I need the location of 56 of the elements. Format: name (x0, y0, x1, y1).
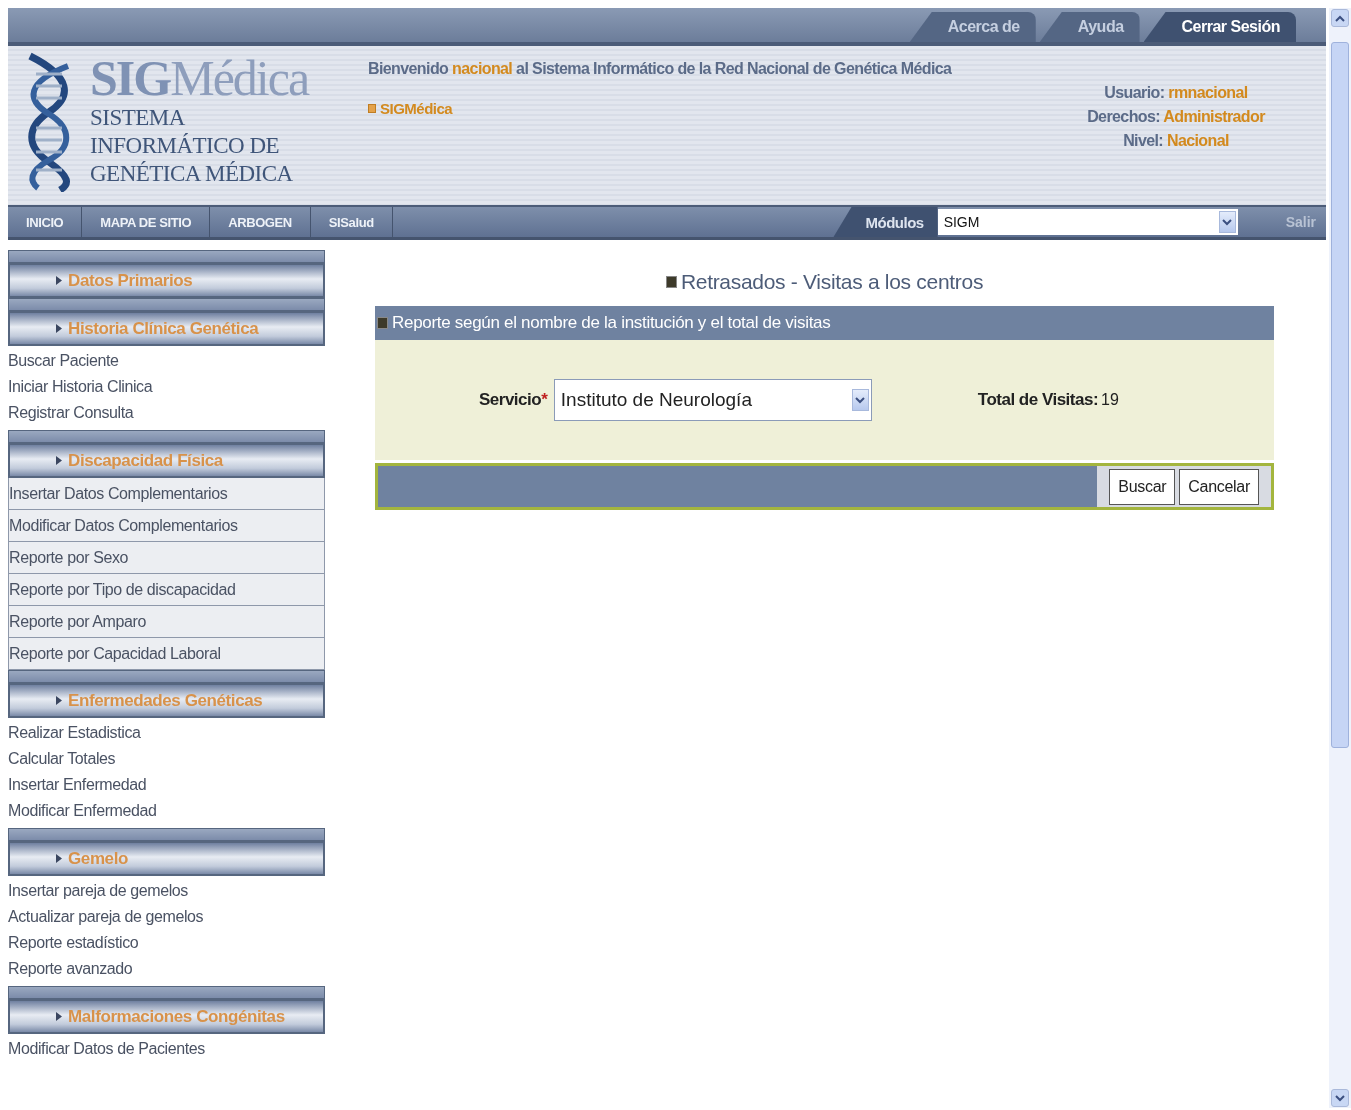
form-button[interactable]: Buscar (1109, 468, 1176, 505)
total-value: 19 (1101, 391, 1119, 409)
user-info-line: Derechos: Administrador (1087, 108, 1265, 126)
logo-subtitle: INFORMÁTICO DE (90, 132, 281, 160)
sidebar-link[interactable]: Insertar Enfermedad (8, 772, 325, 798)
sidebar-link[interactable]: Buscar Paciente (8, 348, 325, 374)
chevron-up-icon (1335, 14, 1345, 22)
user-info-line: Usuario: rmnacional (1104, 84, 1248, 102)
sidebar-link[interactable]: Iniciar Historia Clinica (8, 374, 325, 400)
nav-link[interactable]: MAPA DE SITIO (82, 207, 211, 237)
top-tab[interactable]: Cerrar Sesión (1143, 12, 1296, 42)
sidebar-link[interactable]: Realizar Estadistica (8, 720, 325, 746)
sidebar-item[interactable]: Reporte por Amparo (8, 606, 325, 638)
sidebar-link[interactable]: Registrar Consulta (8, 400, 325, 426)
sidebar-link[interactable]: Reporte avanzado (8, 956, 325, 982)
required-mark: * (541, 390, 548, 410)
total-label: Total de Visitas: (977, 390, 1099, 410)
form-button[interactable]: Cancelar (1179, 468, 1259, 505)
triangle-right-icon (56, 1012, 62, 1021)
chevron-down-icon (1222, 218, 1233, 226)
modules-label: Módulos (833, 207, 938, 237)
page-title: Retrasados - Visitas a los centros (665, 270, 984, 294)
nav-link[interactable]: INICIO (8, 207, 83, 237)
sidebar-link[interactable]: Calcular Totales (8, 746, 325, 772)
chevron-down-icon (1335, 1094, 1345, 1102)
top-tab[interactable]: Ayuda (1039, 12, 1140, 42)
sidebar-item[interactable]: Reporte por Tipo de discapacidad (8, 574, 325, 606)
sidebar-item[interactable]: Reporte por Capacidad Laboral (8, 638, 325, 670)
chevron-down-icon (855, 396, 866, 404)
sidebar-link[interactable]: Actualizar pareja de gemelos (8, 904, 325, 930)
logo-subtitle: GENÉTICA MÉDICA (90, 160, 294, 188)
panel-header: Reporte según el nombre de la institución y el total de visitas (375, 306, 1274, 340)
field-label: Servicio (479, 390, 542, 410)
modules-select[interactable]: SIGM (937, 209, 1238, 235)
top-tab[interactable]: Acerca de (909, 12, 1036, 42)
sidebar-link[interactable]: Modificar Enfermedad (8, 798, 325, 824)
user-info-line: Nivel: Nacional (1123, 132, 1229, 150)
scrollbar-thumb[interactable] (1331, 42, 1349, 748)
sidebar-link[interactable]: Insertar pareja de gemelos (8, 878, 325, 904)
service-select[interactable]: Instituto de Neurología (553, 379, 872, 421)
sidebar-item[interactable]: Modificar Datos Complementarios (8, 510, 325, 542)
nav-link[interactable]: ARBOGEN (210, 207, 311, 237)
sidebar-link[interactable]: Reporte estadístico (8, 930, 325, 956)
triangle-right-icon (56, 324, 62, 333)
triangle-right-icon (56, 276, 62, 285)
scrollbar[interactable] (1329, 8, 1351, 1108)
nav-link[interactable]: SISalud (310, 207, 393, 237)
sidebar-item[interactable]: Insertar Datos Complementarios (8, 478, 325, 510)
triangle-right-icon (56, 456, 62, 465)
sidebar-item[interactable]: Reporte por Sexo (8, 542, 325, 574)
triangle-right-icon (56, 854, 62, 863)
triangle-right-icon (56, 696, 62, 705)
sidebar-link[interactable]: Modificar Datos de Pacientes (8, 1036, 325, 1062)
logo-subtitle: SISTEMA (90, 104, 186, 132)
welcome-message: Bienvenido nacional al Sistema Informático de la Red Nacional de Genética Médica (368, 60, 953, 78)
logo-title: SIGMédica (90, 52, 309, 104)
